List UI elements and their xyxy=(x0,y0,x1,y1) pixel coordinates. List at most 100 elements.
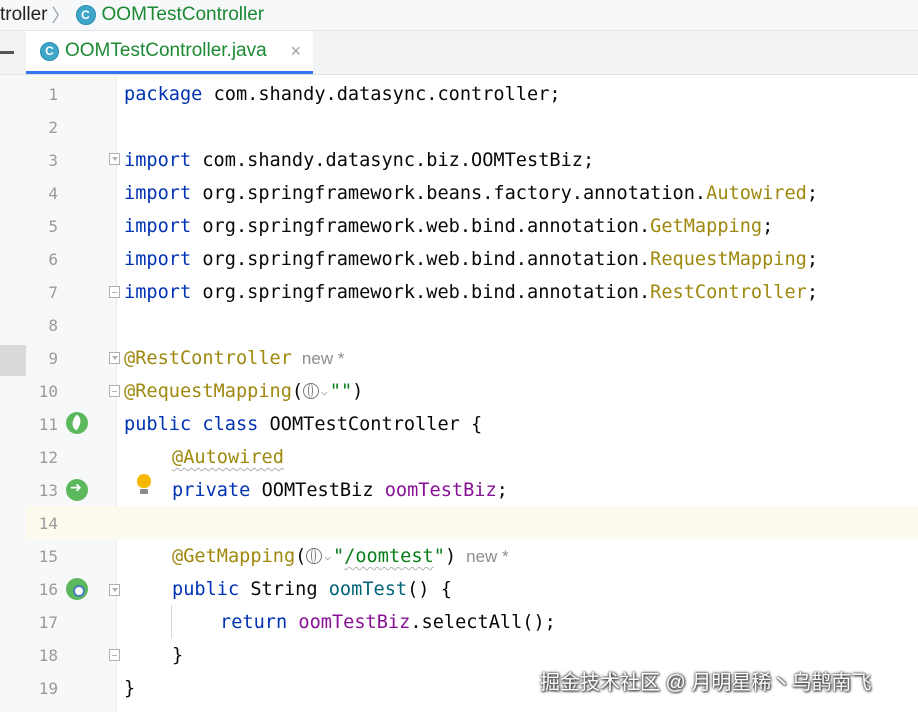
code-line-3[interactable]: import com.shandy.datasync.biz.OOMTestBi… xyxy=(124,144,594,177)
code-text: org.springframework.web.bind.annotation. xyxy=(191,282,651,303)
fold-end-icon[interactable] xyxy=(109,385,120,397)
keyword: class xyxy=(202,414,259,435)
tool-window-strip xyxy=(0,75,26,712)
tab-oomtestcontroller[interactable]: C OOMTestController.java × xyxy=(26,31,313,74)
annotation: @GetMapping xyxy=(172,546,296,567)
line-number: 7 xyxy=(48,283,58,302)
line-number: 13 xyxy=(38,481,58,500)
navigate-autowired-icon[interactable] xyxy=(66,479,88,501)
intention-bulb-icon[interactable] xyxy=(137,474,151,494)
breadcrumb-parent[interactable]: troller xyxy=(0,4,48,26)
code-line-18[interactable]: } xyxy=(172,639,183,672)
method-name: oomTest xyxy=(328,579,408,600)
string-quote: " xyxy=(433,546,445,567)
line-number: 1 xyxy=(48,85,58,104)
tab-label: OOMTestController.java xyxy=(65,40,267,61)
code-line-11[interactable]: public class OOMTestController { xyxy=(124,408,482,441)
string-literal: "" xyxy=(329,381,353,402)
line-number: 16 xyxy=(38,580,58,599)
editor-tab-bar: C OOMTestController.java × xyxy=(0,31,918,75)
codevision-hint[interactable]: new * xyxy=(466,547,509,566)
code-text: ; xyxy=(762,216,774,237)
field-name: oomTestBiz xyxy=(298,612,411,633)
code-text: org.springframework.beans.factory.annota… xyxy=(191,183,707,204)
code-text: ) xyxy=(444,546,457,567)
keyword: import xyxy=(124,282,192,303)
code-text: OOMTestBiz xyxy=(250,480,385,501)
class-name: GetMapping xyxy=(650,216,763,237)
code-text: ; xyxy=(806,183,819,204)
annotation: @RequestMapping xyxy=(124,381,292,402)
line-number: 3 xyxy=(48,151,58,170)
class-name: Autowired xyxy=(706,183,807,204)
keyword: import xyxy=(124,216,192,237)
keyword: public xyxy=(172,579,240,600)
codevision-hint[interactable]: new * xyxy=(302,349,345,368)
keyword: public xyxy=(124,414,192,435)
chevron-down-icon[interactable]: ⌵ xyxy=(321,385,328,398)
code-text: org.springframework.web.bind.annotation. xyxy=(191,249,651,270)
keyword: import xyxy=(124,249,192,270)
class-icon: C xyxy=(75,5,96,25)
code-line-6[interactable]: import org.springframework.web.bind.anno… xyxy=(124,243,818,276)
line-number: 14 xyxy=(38,514,58,533)
code-line-19[interactable]: } xyxy=(124,672,135,705)
code-line-17[interactable]: return oomTestBiz.selectAll(); xyxy=(220,606,556,639)
code-line-5[interactable]: import org.springframework.web.bind.anno… xyxy=(124,210,773,243)
code-text: } xyxy=(124,678,136,699)
line-number: 5 xyxy=(48,217,58,236)
code-text: ) xyxy=(352,381,364,402)
keyword: return xyxy=(220,612,288,633)
breadcrumb-current[interactable]: OOMTestController xyxy=(102,4,265,26)
code-text: ( xyxy=(295,546,307,567)
close-icon[interactable]: × xyxy=(290,41,301,62)
code-text: ( xyxy=(291,381,304,402)
collapse-icon[interactable] xyxy=(0,51,14,54)
code-text: com.shandy.datasync.biz.OOMTestBiz; xyxy=(191,150,595,171)
line-number: 17 xyxy=(38,613,58,632)
fold-toggle-icon[interactable] xyxy=(109,584,120,596)
code-line-9[interactable]: @RestController new * xyxy=(124,342,344,375)
watermark: 掘金技术社区 @ 月明星稀丶乌鹊南飞 xyxy=(540,672,872,694)
line-number: 12 xyxy=(38,448,58,467)
web-endpoint-icon[interactable] xyxy=(66,578,88,600)
code-line-7[interactable]: import org.springframework.web.bind.anno… xyxy=(124,276,818,309)
current-line-highlight xyxy=(26,506,918,539)
indent-guide xyxy=(171,605,172,638)
breadcrumb-separator-icon: 〉 xyxy=(51,6,70,26)
code-text: .selectAll(); xyxy=(410,612,556,633)
fold-end-icon[interactable] xyxy=(109,286,120,298)
code-line-10[interactable]: @RequestMapping( ⌵ "") xyxy=(124,375,363,408)
keyword: package xyxy=(124,84,203,105)
globe-icon[interactable] xyxy=(303,383,320,399)
code-line-1[interactable]: package com.shandy.datasync.controller; xyxy=(124,78,561,111)
spring-bean-icon[interactable] xyxy=(66,412,88,434)
code-line-13[interactable]: private OOMTestBiz oomTestBiz; xyxy=(172,474,508,507)
class-name: RequestMapping xyxy=(650,249,807,270)
field-name: oomTestBiz xyxy=(384,480,497,501)
line-number: 8 xyxy=(48,316,58,335)
code-text: org.springframework.web.bind.annotation. xyxy=(191,216,651,237)
line-number: 6 xyxy=(48,250,58,269)
fold-end-icon[interactable] xyxy=(109,649,120,661)
code-text: ; xyxy=(496,480,508,501)
keyword: private xyxy=(172,480,251,501)
code-text: com.shandy.datasync.controller; xyxy=(202,84,561,105)
code-text: } xyxy=(172,645,184,666)
code-line-4[interactable]: import org.springframework.beans.factory… xyxy=(124,177,818,210)
chevron-down-icon[interactable]: ⌵ xyxy=(324,550,331,563)
code-text: ; xyxy=(806,282,819,303)
fold-toggle-icon[interactable] xyxy=(109,153,120,165)
structure-marker[interactable] xyxy=(0,345,26,376)
globe-icon[interactable] xyxy=(306,548,323,564)
keyword: import xyxy=(124,150,192,171)
code-line-15[interactable]: @GetMapping(⌵ "/oomtest") new * xyxy=(172,540,509,573)
fold-toggle-icon[interactable] xyxy=(109,352,120,364)
line-number: 18 xyxy=(38,646,58,665)
code-line-12[interactable]: @Autowired xyxy=(172,441,284,474)
line-number: 19 xyxy=(38,679,58,698)
code-line-16[interactable]: public String oomTest() { xyxy=(172,573,452,606)
code-text: ; xyxy=(806,249,819,270)
line-number: 4 xyxy=(48,184,58,203)
string-literal: /oomtest xyxy=(344,546,434,567)
